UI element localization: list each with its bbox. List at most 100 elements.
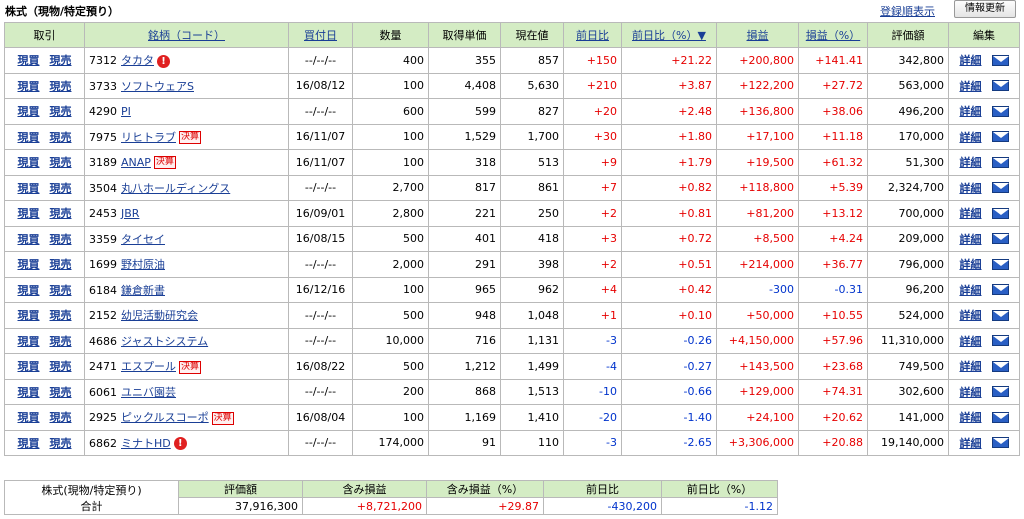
sell-link[interactable]: 現売 — [50, 105, 72, 118]
earnings-badge[interactable]: 決算 — [211, 411, 234, 425]
sort-by-registration-link[interactable]: 登録順表示 — [880, 3, 935, 19]
detail-link[interactable]: 詳細 — [960, 156, 982, 169]
buy-link[interactable]: 現買 — [18, 156, 40, 169]
buy-link[interactable]: 現買 — [18, 131, 40, 144]
buy-link[interactable]: 現買 — [18, 360, 40, 373]
buy-link[interactable]: 現買 — [18, 437, 40, 450]
detail-link[interactable]: 詳細 — [960, 182, 982, 195]
sell-link[interactable]: 現売 — [50, 335, 72, 348]
stock-name-link[interactable]: PI — [121, 105, 131, 118]
earnings-badge[interactable]: 決算 — [153, 156, 176, 169]
buy-link[interactable]: 現買 — [18, 309, 40, 322]
sort-change-link[interactable]: 前日比 — [576, 29, 609, 42]
stock-name-link[interactable]: 丸八ホールディングス — [121, 182, 230, 195]
change: +3 — [563, 225, 622, 252]
alert-icon[interactable]: ! — [157, 54, 170, 68]
detail-link[interactable]: 詳細 — [960, 207, 982, 220]
detail-link[interactable]: 詳細 — [960, 386, 982, 399]
detail-link[interactable]: 詳細 — [960, 80, 982, 93]
sort-profit-loss-pct-link[interactable]: 損益（%） — [806, 29, 860, 42]
detail-link[interactable]: 詳細 — [960, 335, 982, 348]
buy-link[interactable]: 現買 — [18, 258, 40, 271]
stock-name-link[interactable]: ANAP — [121, 156, 151, 169]
mail-icon[interactable] — [991, 386, 1009, 398]
earnings-badge[interactable]: 決算 — [179, 360, 202, 374]
mail-icon[interactable] — [991, 437, 1009, 449]
sell-link[interactable]: 現売 — [50, 156, 72, 169]
stock-name-link[interactable]: ピックルスコーポ — [121, 411, 209, 424]
mail-icon[interactable] — [991, 233, 1009, 245]
mail-icon[interactable] — [991, 182, 1009, 194]
mail-icon[interactable] — [991, 258, 1009, 270]
sell-link[interactable]: 現売 — [50, 258, 72, 271]
detail-link[interactable]: 詳細 — [960, 233, 982, 246]
detail-link[interactable]: 詳細 — [960, 131, 982, 144]
stock-name-link[interactable]: 幼児活動研究会 — [121, 309, 198, 322]
mail-icon[interactable] — [991, 411, 1009, 423]
sort-change-pct-link[interactable]: 前日比（%）▼ — [632, 29, 706, 42]
sell-link[interactable]: 現売 — [50, 131, 72, 144]
mail-icon[interactable] — [991, 207, 1009, 219]
stock-name-link[interactable]: 野村原油 — [121, 258, 165, 271]
sell-link[interactable]: 現売 — [50, 411, 72, 424]
buy-link[interactable]: 現買 — [18, 284, 40, 297]
mail-icon[interactable] — [991, 54, 1009, 66]
stock-name-link[interactable]: タカタ — [121, 54, 154, 67]
sell-link[interactable]: 現売 — [50, 80, 72, 93]
buy-link[interactable]: 現買 — [18, 182, 40, 195]
stock-name-link[interactable]: JBR — [121, 207, 139, 220]
table-row: 現買 現売 2152 幼児活動研究会 --/--/-- 500 948 1,048 +1 +0.1… — [4, 302, 1020, 329]
sell-link[interactable]: 現売 — [50, 182, 72, 195]
sell-link[interactable]: 現売 — [50, 207, 72, 220]
stock-name-link[interactable]: リヒトラブ — [121, 131, 176, 144]
buy-link[interactable]: 現買 — [18, 54, 40, 67]
detail-link[interactable]: 詳細 — [960, 105, 982, 118]
sell-link[interactable]: 現売 — [50, 54, 72, 67]
profit-loss-pct: +61.32 — [798, 149, 868, 176]
mail-icon[interactable] — [991, 309, 1009, 321]
sell-link[interactable]: 現売 — [50, 437, 72, 450]
mail-icon[interactable] — [991, 131, 1009, 143]
buy-link[interactable]: 現買 — [18, 80, 40, 93]
mail-icon[interactable] — [991, 360, 1009, 372]
buy-link[interactable]: 現買 — [18, 335, 40, 348]
mail-icon[interactable] — [991, 156, 1009, 168]
detail-link[interactable]: 詳細 — [960, 309, 982, 322]
sort-stock-link[interactable]: 銘柄（コード） — [148, 29, 225, 42]
alert-icon[interactable]: ! — [173, 437, 187, 451]
detail-link[interactable]: 詳細 — [960, 437, 982, 450]
mail-icon[interactable] — [991, 80, 1009, 92]
earnings-badge[interactable]: 決算 — [179, 131, 202, 145]
sell-link[interactable]: 現売 — [50, 233, 72, 246]
mail-icon[interactable] — [991, 335, 1009, 347]
profit-loss-pct: +23.68 — [798, 353, 868, 380]
refresh-button[interactable]: 情報更新 — [954, 0, 1016, 18]
sell-link[interactable]: 現売 — [50, 360, 72, 373]
sort-profit-loss-link[interactable]: 損益 — [747, 29, 769, 42]
detail-link[interactable]: 詳細 — [960, 258, 982, 271]
stock-name-link[interactable]: ミナトHD — [121, 437, 171, 450]
stock-name-link[interactable]: エスプール — [121, 360, 176, 373]
sell-link[interactable]: 現売 — [50, 386, 72, 399]
mail-icon[interactable] — [991, 105, 1009, 117]
buy-link[interactable]: 現買 — [18, 411, 40, 424]
stock-name-link[interactable]: ユニバ園芸 — [121, 386, 176, 399]
sort-purchase-date-link[interactable]: 買付日 — [304, 29, 337, 42]
detail-link[interactable]: 詳細 — [960, 54, 982, 67]
stock-name-link[interactable]: ジャストシステム — [121, 335, 208, 348]
detail-link[interactable]: 詳細 — [960, 360, 982, 373]
stock-name-link[interactable]: タイセイ — [121, 233, 165, 246]
detail-link[interactable]: 詳細 — [960, 411, 982, 424]
buy-link[interactable]: 現買 — [18, 233, 40, 246]
stock-name-link[interactable]: ソフトウェアS — [121, 80, 194, 93]
detail-link[interactable]: 詳細 — [960, 284, 982, 297]
sell-link[interactable]: 現売 — [50, 309, 72, 322]
stock-name-link[interactable]: 鎌倉新書 — [121, 284, 165, 297]
sell-link[interactable]: 現売 — [50, 284, 72, 297]
mail-icon[interactable] — [991, 284, 1009, 296]
current-price: 962 — [500, 276, 564, 303]
buy-link[interactable]: 現買 — [18, 105, 40, 118]
buy-link[interactable]: 現買 — [18, 207, 40, 220]
buy-link[interactable]: 現買 — [18, 386, 40, 399]
stock-cell: 4686 ジャストシステム — [84, 327, 289, 354]
